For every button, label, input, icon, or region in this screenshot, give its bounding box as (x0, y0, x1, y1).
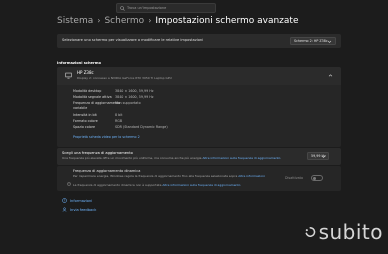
refresh-rate-desc: Una frequenza più elevata offre un movim… (62, 156, 281, 160)
monitor-icon (65, 72, 72, 79)
detail-label: Formato colore (73, 119, 98, 123)
dynamic-refresh-warning: La frequenza di aggiornamento dinamica n… (73, 183, 240, 187)
search-input[interactable]: Trova un'impostazione (116, 3, 216, 13)
chevron-down-icon (321, 155, 326, 158)
detail-label: Intensità in bit (73, 113, 97, 117)
dynamic-refresh-row: Frequenza di aggiornamento dinamica Per … (57, 166, 341, 191)
page-title: Impostazioni schermo avanzate (155, 16, 299, 26)
dynamic-refresh-warning-text: La frequenza di aggiornamento dinamica n… (73, 183, 162, 187)
monitor-subtitle: Display 2: connesso a NVIDIA GeForce RTX… (77, 76, 172, 80)
monitor-details: Modalità desktop 3840 × 1600, 59,99 Hz M… (57, 85, 341, 147)
detail-row: Modalità desktop 3840 × 1600, 59,99 Hz (73, 89, 153, 93)
breadcrumb: Sistema › Schermo › Impostazioni schermo… (57, 16, 298, 26)
refresh-rate-info-link[interactable]: Altre informazioni sulla frequenza di ag… (202, 156, 280, 160)
detail-value: SDR (Standard Dynamic Range) (115, 125, 168, 129)
detail-row: Modalità segnale attiva 3840 × 1600, 59,… (73, 95, 153, 99)
dynamic-refresh-title: Frequenza di aggiornamento dinamica (73, 169, 141, 173)
display-select-row: Selezionare uno schermo per visualizzare… (57, 34, 341, 48)
dynamic-refresh-toggle[interactable] (311, 175, 323, 181)
search-icon (120, 6, 125, 11)
display-select-dropdown[interactable]: Schermo 2: HP Z38c (290, 37, 336, 45)
breadcrumb-separator-icon: › (148, 16, 152, 25)
feedback-icon (62, 207, 67, 212)
breadcrumb-sistema[interactable]: Sistema (57, 16, 93, 26)
toggle-knob (313, 177, 316, 180)
detail-label: Modalità segnale attiva (73, 95, 112, 99)
refresh-rate-dropdown[interactable]: 59,99 Hz (307, 152, 329, 160)
dynamic-refresh-warning-link[interactable]: Altre informazioni sulla frequenza di ag… (162, 183, 240, 187)
subito-logo-icon (305, 226, 316, 238)
warning-icon (67, 182, 71, 186)
detail-value: 3840 × 1600, 59,99 Hz (115, 95, 154, 99)
breadcrumb-separator-icon: › (97, 16, 101, 25)
refresh-rate-title: Scegli una frequenza di aggiornamento (62, 151, 133, 155)
dynamic-refresh-desc: Per risparmiare energia, Windows regola … (73, 174, 265, 178)
monitor-header[interactable]: HP Z38c Display 2: connesso a NVIDIA GeF… (57, 67, 341, 85)
dynamic-refresh-toggle-label: Disattivato (285, 176, 303, 180)
detail-row: Frequenza di aggiornamento Non supportat… (73, 101, 141, 105)
search-placeholder: Trova un'impostazione (127, 6, 167, 10)
detail-value: Non supportato (115, 101, 141, 105)
chevron-up-icon[interactable] (328, 73, 333, 78)
detail-row: Intensità in bit 8 bit (73, 113, 122, 117)
detail-value: 3840 × 1600, 59,99 Hz (115, 89, 154, 93)
detail-label: Frequenza di aggiornamento (73, 101, 121, 105)
help-link-feedback-label: Invia feedback (70, 207, 97, 212)
detail-row: Spazio colore SDR (Standard Dynamic Rang… (73, 125, 168, 129)
chevron-down-icon (327, 40, 332, 43)
detail-label: Spazio colore (73, 125, 95, 129)
refresh-rate-row: Scegli una frequenza di aggiornamento Un… (57, 148, 341, 165)
refresh-rate-desc-text: Una frequenza più elevata offre un movim… (62, 156, 202, 160)
help-link-info-label: Informazioni (70, 198, 93, 203)
detail-label: Modalità desktop (73, 89, 102, 93)
display-select-value: Schermo 2: HP Z38c (294, 39, 328, 43)
detail-value: 8 bit (115, 113, 123, 117)
adapter-properties-link[interactable]: Proprietà scheda video per lo schermo 2 (73, 135, 140, 139)
detail-value: RGB (115, 119, 123, 123)
monitor-name: HP Z38c (77, 70, 94, 75)
detail-row: Formato colore RGB (73, 119, 122, 123)
breadcrumb-schermo[interactable]: Schermo (104, 16, 144, 26)
detail-label: variabile (73, 106, 88, 110)
detail-row: variabile (73, 106, 87, 110)
section-title: Informazioni schermo (57, 61, 101, 65)
dynamic-refresh-info-link[interactable]: Altre informazioni (238, 174, 265, 178)
help-link-feedback[interactable]: Invia feedback (62, 207, 96, 212)
subito-watermark: subito (305, 219, 383, 245)
help-link-info[interactable]: ? Informazioni (62, 198, 92, 203)
dynamic-refresh-desc-text: Per risparmiare energia, Windows regola … (73, 174, 238, 178)
display-select-label: Selezionare uno schermo per visualizzare… (62, 38, 204, 42)
subito-watermark-text: subito (318, 220, 383, 244)
help-icon: ? (62, 198, 67, 203)
